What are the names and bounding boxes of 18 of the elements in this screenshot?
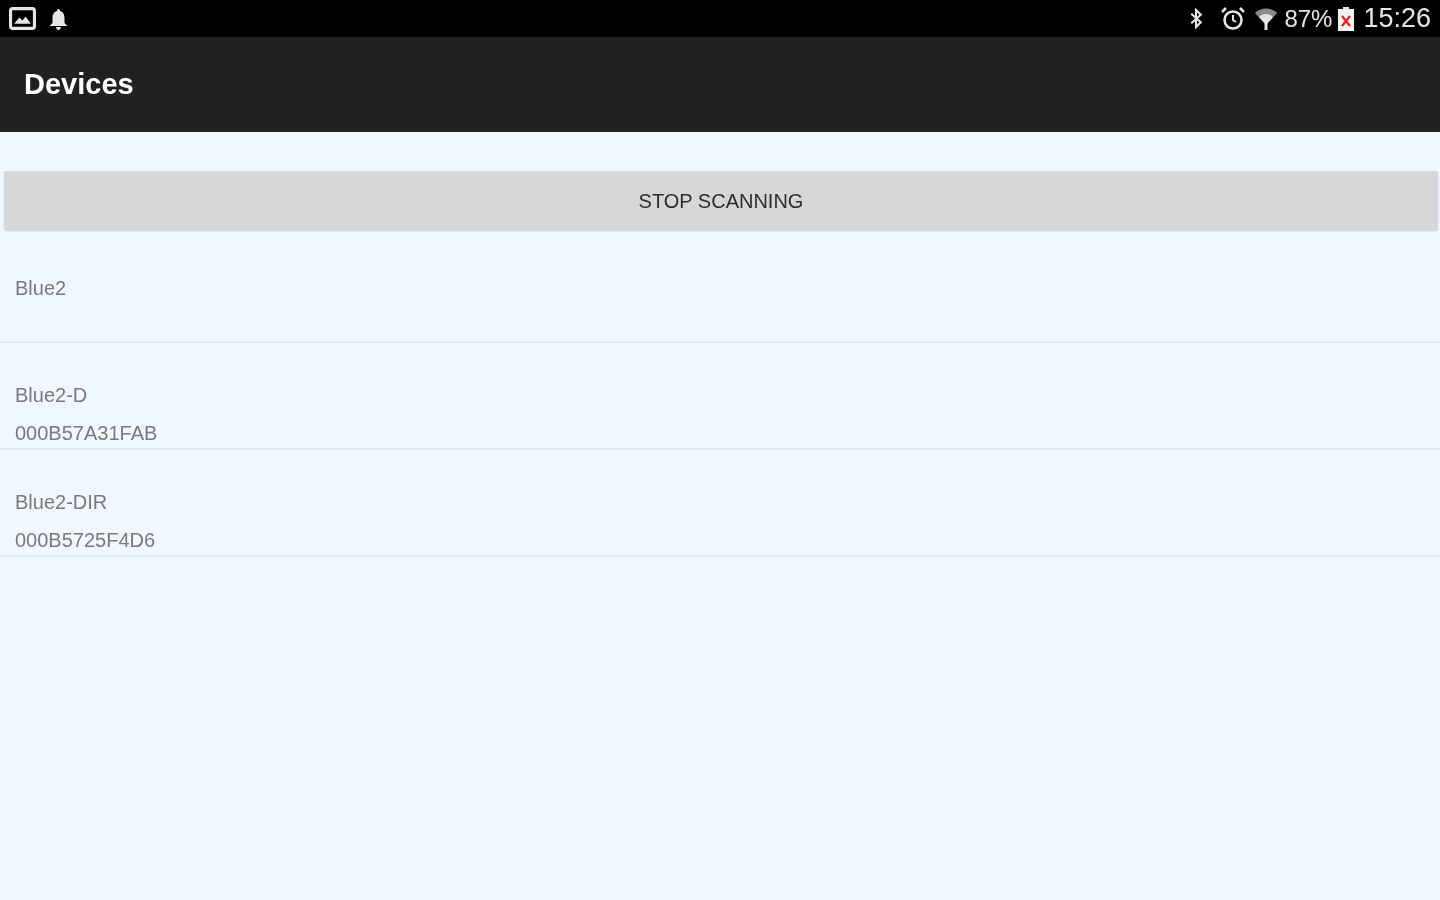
device-name: Blue2 (15, 276, 67, 301)
clock-time: 15:26 (1363, 5, 1431, 32)
device-name: Blue2-D (15, 383, 88, 408)
device-address: 000B5725F4D6 (15, 528, 156, 553)
image-icon (9, 7, 36, 30)
device-list-item[interactable]: Blue2 (0, 236, 1440, 343)
device-list-item[interactable]: Blue2-DIR 000B5725F4D6 (0, 450, 1440, 557)
app-bar-title: Devices (24, 66, 134, 102)
wifi-icon (1254, 6, 1279, 31)
battery-icon (1338, 6, 1355, 31)
bell-icon (49, 7, 68, 30)
battery-percentage: 87% (1284, 6, 1333, 31)
device-address: 000B57A31FAB (15, 421, 158, 446)
alarm-clock-icon (1221, 6, 1246, 31)
stop-scanning-button[interactable]: STOP SCANNING (4, 171, 1438, 230)
device-name: Blue2-DIR (15, 490, 108, 515)
bluetooth-icon (1189, 8, 1204, 29)
device-list-item[interactable]: Blue2-D 000B57A31FAB (0, 343, 1440, 450)
